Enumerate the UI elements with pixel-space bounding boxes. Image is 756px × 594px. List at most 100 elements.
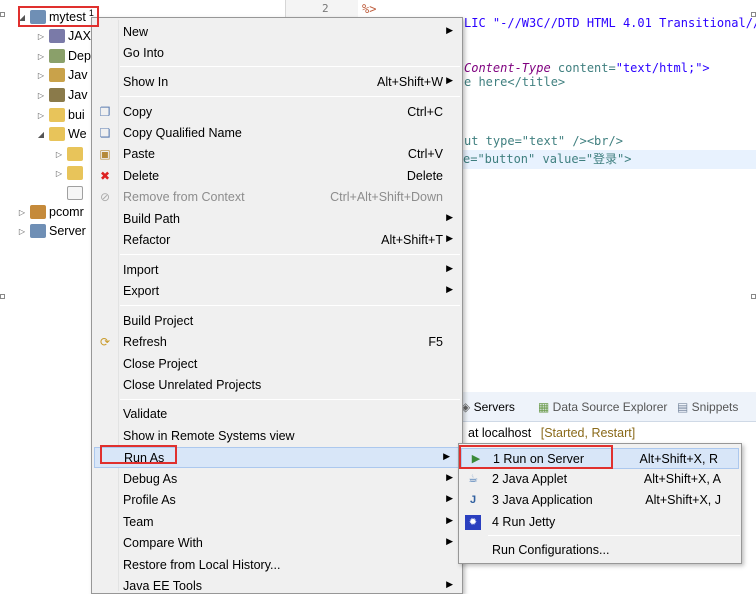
code-line: e="button" value="登录">: [463, 152, 632, 166]
tree-item-label: pcomr: [49, 205, 84, 219]
menu-item-new[interactable]: New ▶: [92, 22, 462, 43]
menu-item-remove-from-context[interactable]: ⊘ Remove from Context Ctrl+Alt+Shift+Down: [92, 187, 462, 208]
resize-handle[interactable]: [751, 12, 756, 17]
submenu-item-run-configurations[interactable]: Run Configurations...: [459, 540, 741, 561]
tree-item[interactable]: ▷: [54, 163, 83, 183]
expand-icon[interactable]: ▷: [17, 227, 27, 236]
jetty-icon: ✹: [465, 515, 481, 530]
folder-icon: [49, 127, 65, 141]
chevron-right-icon: ▶: [446, 75, 453, 85]
code-line: %>: [362, 2, 377, 16]
menu-separator: [488, 535, 740, 536]
menu-item-copy-qualified-name[interactable]: ❏ Copy Qualified Name: [92, 123, 462, 144]
submenu-item-java-applet[interactable]: ☕ 2 Java Applet Alt+Shift+X, A: [459, 469, 741, 490]
tree-item-label: We: [68, 127, 87, 141]
menu-item-show-in-remote-systems[interactable]: Show in Remote Systems view: [92, 426, 462, 447]
menu-item-run-as[interactable]: Run As ▶: [94, 447, 460, 468]
tree-item[interactable]: ▷ JAX: [36, 26, 91, 46]
chevron-right-icon: ▶: [446, 515, 453, 525]
menu-item-java-ee-tools[interactable]: Java EE Tools ▶: [92, 576, 462, 594]
expand-icon[interactable]: ▷: [36, 91, 46, 100]
tree-item[interactable]: ▷ Server: [17, 221, 86, 241]
menu-item-refactor[interactable]: Refactor Alt+Shift+T ▶: [92, 230, 462, 251]
menu-separator: [120, 254, 460, 255]
java-resources-icon: [49, 68, 65, 82]
expand-icon[interactable]: ▷: [36, 71, 46, 80]
tree-item[interactable]: ◢ We: [36, 124, 87, 144]
paste-icon: ▣: [99, 147, 111, 161]
submenu-item-run-on-server[interactable]: ▶ 1 Run on Server Alt+Shift+X, R: [461, 448, 739, 469]
tree-item[interactable]: ▷: [54, 144, 83, 164]
menu-separator: [120, 96, 460, 97]
menu-item-restore-from-local-history[interactable]: Restore from Local History...: [92, 555, 462, 576]
collapse-icon[interactable]: ◢: [17, 13, 27, 22]
tree-item[interactable]: ▷ Jav: [36, 85, 87, 105]
folder-icon: [49, 108, 65, 122]
expand-icon[interactable]: ▷: [36, 111, 46, 120]
expand-icon[interactable]: ▷: [54, 169, 64, 178]
chevron-right-icon: ▶: [446, 284, 453, 294]
expand-icon[interactable]: ▷: [36, 52, 46, 61]
tree-item-label: Jav: [68, 68, 88, 82]
menu-item-debug-as[interactable]: Debug As ▶: [92, 469, 462, 490]
tab-snippets[interactable]: ▤ Snippets: [677, 400, 738, 414]
tree-item-mytest[interactable]: ◢ mytest 1: [17, 7, 94, 27]
menu-item-delete[interactable]: ✖ Delete Delete: [92, 166, 462, 187]
menu-item-compare-with[interactable]: Compare With ▶: [92, 533, 462, 554]
menu-item-export[interactable]: Export ▶: [92, 281, 462, 302]
menu-item-copy[interactable]: ❐ Copy Ctrl+C: [92, 102, 462, 123]
tree-item-label: Jav: [68, 88, 88, 102]
menu-item-validate[interactable]: Validate: [92, 404, 462, 425]
tree-item[interactable]: [54, 183, 83, 203]
chevron-right-icon: ▶: [446, 212, 453, 222]
menu-item-go-into[interactable]: Go Into: [92, 43, 462, 64]
deployment-descriptor-icon: [49, 49, 65, 63]
chevron-right-icon: ▶: [446, 493, 453, 503]
expand-icon[interactable]: ▷: [17, 208, 27, 217]
menu-item-team[interactable]: Team ▶: [92, 512, 462, 533]
menu-separator: [120, 305, 460, 306]
submenu-item-java-application[interactable]: J3 Java Application Alt+Shift+X, J: [459, 490, 741, 511]
server-row-name: at localhost: [468, 426, 532, 440]
collapse-icon[interactable]: ◢: [36, 130, 46, 139]
tree-item[interactable]: ▷ Jav: [36, 65, 87, 85]
tree-item-label: mytest: [49, 10, 86, 24]
tab-servers[interactable]: ◈ Servers: [461, 400, 515, 414]
tree-item[interactable]: ▷ Dep: [36, 46, 91, 66]
menu-item-profile-as[interactable]: Profile As ▶: [92, 490, 462, 511]
tree-item-label: JAX: [68, 29, 91, 43]
context-menu: New ▶ Go Into Show In Alt+Shift+W ▶ ❐ Copy Ct…: [91, 17, 463, 594]
menu-item-build-project[interactable]: Build Project: [92, 311, 462, 332]
file-icon: [67, 186, 83, 200]
jax-ws-icon: [49, 29, 65, 43]
resize-handle[interactable]: [0, 294, 5, 299]
java-application-icon: J: [469, 494, 477, 506]
line-number: 2: [322, 2, 329, 15]
menu-item-close-project[interactable]: Close Project: [92, 354, 462, 375]
menu-item-paste[interactable]: ▣ Paste Ctrl+V: [92, 144, 462, 165]
copy-icon: ❐: [99, 105, 111, 119]
menu-item-build-path[interactable]: Build Path ▶: [92, 209, 462, 230]
run-as-submenu: ▶ 1 Run on Server Alt+Shift+X, R ☕ 2 Java A…: [458, 443, 742, 564]
menu-item-refresh[interactable]: ⟳ Refresh F5: [92, 332, 462, 353]
expand-icon[interactable]: ▷: [36, 32, 46, 41]
resize-handle[interactable]: [0, 12, 5, 17]
tab-data-source-explorer[interactable]: ▦ Data Source Explorer: [538, 400, 667, 414]
menu-item-show-in[interactable]: Show In Alt+Shift+W ▶: [92, 72, 462, 93]
run-on-server-icon: ▶: [471, 453, 481, 465]
tree-item[interactable]: ▷ pcomr: [17, 202, 84, 222]
project-icon: [30, 205, 46, 219]
resize-handle[interactable]: [751, 294, 756, 299]
server-row[interactable]: at localhost [Started, Restart]: [468, 426, 635, 440]
chevron-right-icon: ▶: [446, 536, 453, 546]
menu-separator: [120, 66, 460, 67]
java-applet-icon: ☕: [468, 473, 478, 485]
submenu-item-run-jetty[interactable]: ✹ 4 Run Jetty: [459, 512, 741, 533]
tree-item[interactable]: ▷ bui: [36, 105, 85, 125]
expand-icon[interactable]: ▷: [54, 150, 64, 159]
menu-item-close-unrelated-projects[interactable]: Close Unrelated Projects: [92, 375, 462, 396]
folder-icon: [67, 166, 83, 180]
code-line: Content-Type content="text/html;">: [464, 61, 710, 75]
menu-item-import[interactable]: Import ▶: [92, 260, 462, 281]
chevron-right-icon: ▶: [446, 472, 453, 482]
